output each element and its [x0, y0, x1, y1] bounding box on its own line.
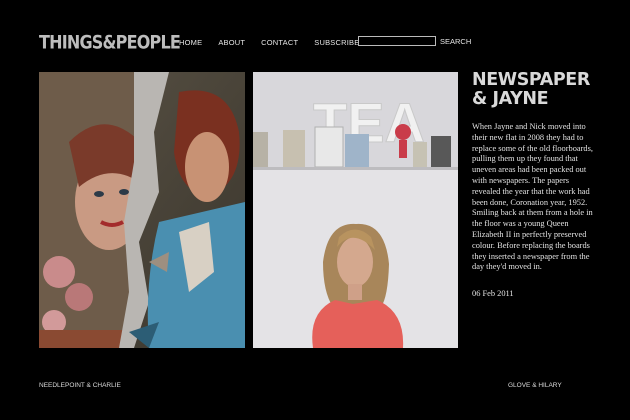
article: NEWSPAPER & JAYNE When Jayne and Nick mo…	[472, 70, 597, 299]
collage-illustration	[39, 72, 245, 348]
article-date: 06 Feb 2011	[472, 289, 514, 299]
jayne-portrait-photo: TEA	[253, 72, 458, 348]
portrait-illustration: TEA	[253, 72, 458, 348]
prev-post-link[interactable]: NEEDLEPOINT & CHARLIE	[39, 382, 121, 389]
nav-contact[interactable]: CONTACT	[261, 38, 298, 47]
site-logo[interactable]: THINGS&PEOPLE	[39, 31, 181, 53]
next-post-link[interactable]: GLOVE & HILARY	[508, 382, 562, 389]
main-nav: HOME ABOUT CONTACT SUBSCRIBE	[179, 38, 375, 47]
newspaper-collage-photo	[39, 72, 245, 348]
search-input[interactable]	[358, 36, 436, 46]
search-form: SEARCH	[358, 36, 471, 46]
nav-subscribe[interactable]: SUBSCRIBE	[314, 38, 359, 47]
nav-home[interactable]: HOME	[179, 38, 202, 47]
search-button[interactable]: SEARCH	[440, 37, 471, 46]
article-title: NEWSPAPER & JAYNE	[472, 70, 590, 109]
article-body: When Jayne and Nick moved into their new…	[472, 122, 593, 272]
nav-about[interactable]: ABOUT	[218, 38, 245, 47]
